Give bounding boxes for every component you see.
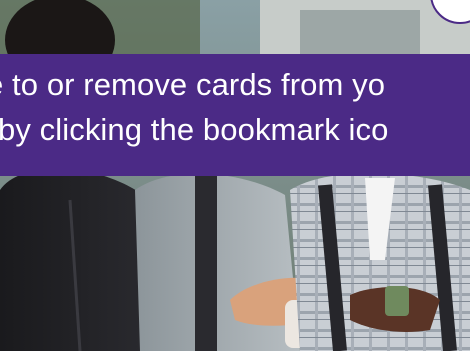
onboarding-card: e to or remove cards from yo by clicking… xyxy=(0,0,470,351)
instruction-text-line-1: e to or remove cards from yo xyxy=(0,67,386,102)
instruction-text-line-2: by clicking the bookmark ico xyxy=(0,112,389,147)
instruction-banner: e to or remove cards from yo by clicking… xyxy=(0,54,470,176)
